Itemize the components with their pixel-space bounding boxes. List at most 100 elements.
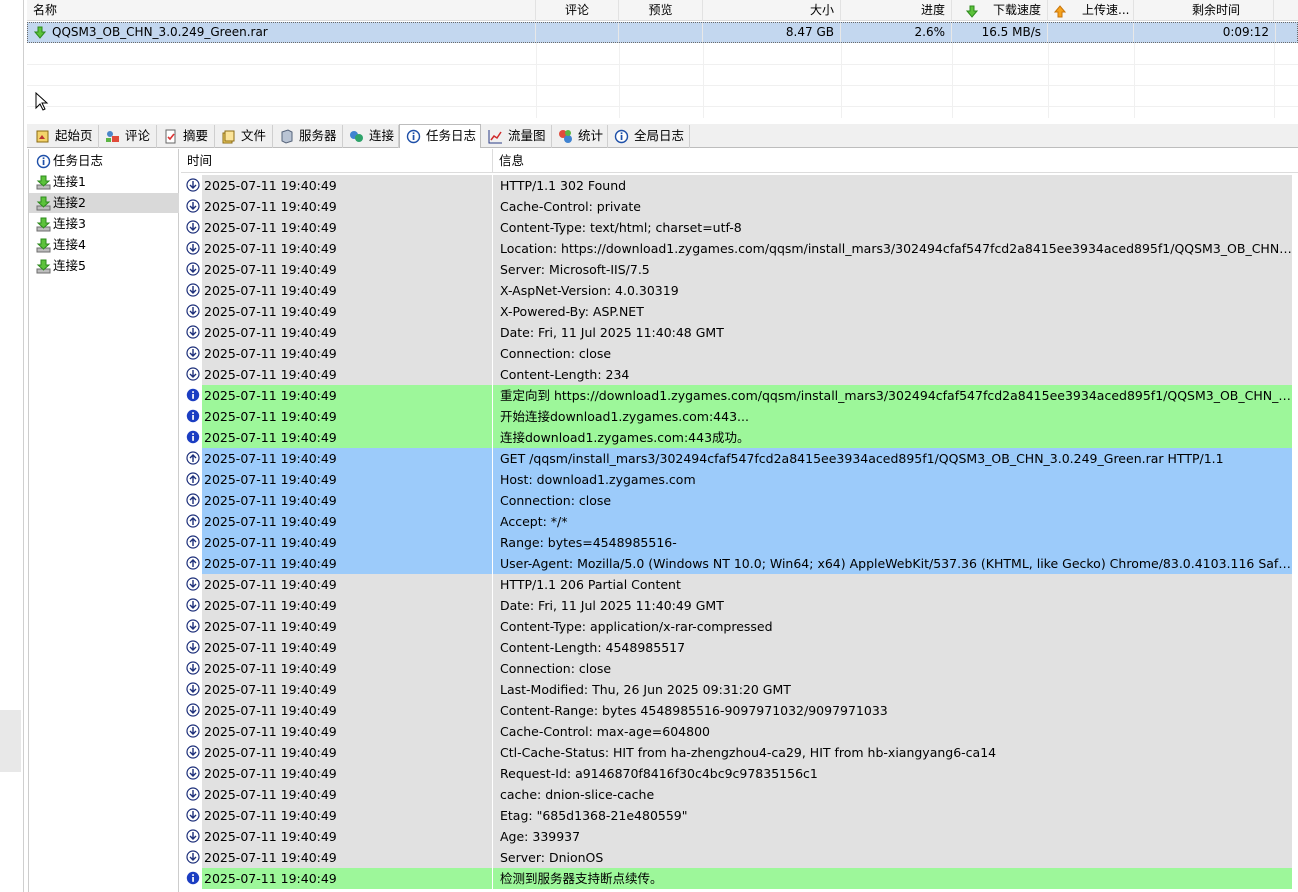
summary-icon [163,129,178,144]
log-row[interactable]: 2025-07-11 19:40:49 Content-Length: 45489… [181,637,1292,658]
tab-global-log[interactable]: 全局日志 [608,125,690,148]
tab-summary[interactable]: 摘要 [157,125,215,148]
log-time: 2025-07-11 19:40:49 [202,469,492,490]
log-message: 开始连接download1.zygames.com:443... [493,406,1292,427]
log-time: 2025-07-11 19:40:49 [202,868,492,889]
log-message: Connection: close [493,490,1292,511]
column-upload-speed[interactable]: 上传速... [1048,0,1134,21]
grid-column-line [536,43,537,118]
column-preview[interactable]: 预览 [619,0,703,21]
left-panel-edge [0,0,24,892]
log-row[interactable]: 2025-07-11 19:40:49 X-AspNet-Version: 4.0… [181,280,1292,301]
log-row[interactable]: 2025-07-11 19:40:49 Server: DnionOS [181,847,1292,868]
log-row[interactable]: 2025-07-11 19:40:49 Content-Type: applica… [181,616,1292,637]
tree-item-label: 任务日志 [53,153,104,168]
log-row[interactable]: 2025-07-11 19:40:49 User-Agent: Mozilla/5… [181,553,1292,574]
log-row[interactable]: 2025-07-11 19:40:49 HTTP/1.1 302 Found [181,175,1292,196]
log-time: 2025-07-11 19:40:49 [202,511,492,532]
log-row[interactable]: 2025-07-11 19:40:49 Host: download1.zygam… [181,469,1292,490]
log-row[interactable]: 2025-07-11 19:40:49 Location: https://dow… [181,238,1292,259]
log-row[interactable]: 2025-07-11 19:40:49 Accept: */* [181,511,1292,532]
log-column-time[interactable]: 时间 [181,149,492,173]
log-row[interactable]: 2025-07-11 19:40:49 Ctl-Cache-Status: HIT… [181,742,1292,763]
download-list-header: 名称 评论 预览 大小 进度 下载速度 上传速... 剩余时间 [27,0,1298,21]
tree-item-connection-4[interactable]: 连接4 [29,235,179,255]
log-row[interactable]: 2025-07-11 19:40:49 Range: bytes=45489855… [181,532,1292,553]
traffic-graph-icon [488,129,503,144]
left-panel-stub [0,710,21,772]
log-row[interactable]: 2025-07-11 19:40:49 检测到服务器支持断点续传。 [181,868,1292,889]
receive-arrow-icon [186,661,200,675]
grid-column-line [1134,43,1135,118]
grid-column-line [1048,43,1049,118]
log-time: 2025-07-11 19:40:49 [202,322,492,343]
log-row[interactable]: 2025-07-11 19:40:49 开始连接download1.zygames… [181,406,1292,427]
tree-item-connection-5[interactable]: 连接5 [29,256,179,276]
tab-label: 服务器 [299,128,337,143]
task-row[interactable]: QQSM3_OB_CHN_3.0.249_Green.rar 8.47 GB 2… [27,22,1298,43]
log-row[interactable]: 2025-07-11 19:40:49 cache: dnion-slice-ca… [181,784,1292,805]
tab-start-page[interactable]: 起始页 [29,125,99,148]
column-comment[interactable]: 评论 [536,0,619,21]
log-time: 2025-07-11 19:40:49 [202,532,492,553]
tab-task-log[interactable]: 任务日志 [399,124,481,148]
tab-label: 摘要 [183,128,209,143]
log-message: Connection: close [493,658,1292,679]
log-row[interactable]: 2025-07-11 19:40:49 Etag: "685d1368-21e48… [181,805,1292,826]
grid-column-line [841,43,842,118]
log-row[interactable]: 2025-07-11 19:40:49 Connection: close [181,343,1292,364]
log-row[interactable]: 2025-07-11 19:40:49 Last-Modified: Thu, 2… [181,679,1292,700]
comment-icon [105,129,120,144]
tree-item-connection-1[interactable]: 连接1 [29,172,179,192]
tab-traffic-graph[interactable]: 流量图 [482,125,552,148]
log-row[interactable]: 2025-07-11 19:40:49 Cache-Control: privat… [181,196,1292,217]
tree-item-connection-3[interactable]: 连接3 [29,214,179,234]
tab-files[interactable]: 文件 [215,125,273,148]
log-row[interactable]: 2025-07-11 19:40:49 Date: Fri, 11 Jul 202… [181,322,1292,343]
connection-download-icon [36,196,51,211]
upload-arrow-icon [1053,4,1067,18]
log-row[interactable]: 2025-07-11 19:40:49 Content-Type: text/ht… [181,217,1292,238]
tab-statistics[interactable]: 统计 [552,125,608,148]
log-row[interactable]: 2025-07-11 19:40:49 Content-Length: 234 [181,364,1292,385]
column-remaining[interactable]: 剩余时间 [1134,0,1274,21]
column-name[interactable]: 名称 [27,0,536,21]
send-arrow-icon [186,451,200,465]
log-row[interactable]: 2025-07-11 19:40:49 Request-Id: a9146870f… [181,763,1292,784]
task-log-icon [406,129,421,144]
tab-servers[interactable]: 服务器 [273,125,343,148]
info-icon [186,430,200,444]
tree-item-task-log[interactable]: 任务日志 [29,151,179,171]
column-progress[interactable]: 进度 [841,0,952,21]
log-row[interactable]: 2025-07-11 19:40:49 GET /qqsm/install_mar… [181,448,1292,469]
log-row[interactable]: 2025-07-11 19:40:49 Date: Fri, 11 Jul 202… [181,595,1292,616]
log-column-info[interactable]: 信息 [493,149,1292,173]
log-time: 2025-07-11 19:40:49 [202,616,492,637]
log-time: 2025-07-11 19:40:49 [202,301,492,322]
tree-item-connection-2[interactable]: 连接2 [29,193,179,213]
column-size[interactable]: 大小 [703,0,841,21]
log-row[interactable]: 2025-07-11 19:40:49 重定向到 https://download… [181,385,1292,406]
tree-item-label: 连接4 [53,237,86,252]
log-time: 2025-07-11 19:40:49 [202,784,492,805]
log-row[interactable]: 2025-07-11 19:40:49 连接download1.zygames.c… [181,427,1292,448]
log-time: 2025-07-11 19:40:49 [202,721,492,742]
log-message: Range: bytes=4548985516- [493,532,1292,553]
log-message: Connection: close [493,343,1292,364]
log-row[interactable]: 2025-07-11 19:40:49 Content-Range: bytes … [181,700,1292,721]
log-row[interactable]: 2025-07-11 19:40:49 Age: 339937 [181,826,1292,847]
tab-connections[interactable]: 连接 [343,125,399,148]
grid-column-line [703,43,704,118]
tab-comment[interactable]: 评论 [99,125,157,148]
log-row[interactable]: 2025-07-11 19:40:49 Connection: close [181,490,1292,511]
log-time: 2025-07-11 19:40:49 [202,637,492,658]
receive-arrow-icon [186,787,200,801]
mouse-cursor-icon [35,91,49,115]
log-row[interactable]: 2025-07-11 19:40:49 X-Powered-By: ASP.NET [181,301,1292,322]
log-row[interactable]: 2025-07-11 19:40:49 HTTP/1.1 206 Partial … [181,574,1292,595]
log-row[interactable]: 2025-07-11 19:40:49 Connection: close [181,658,1292,679]
log-row[interactable]: 2025-07-11 19:40:49 Cache-Control: max-ag… [181,721,1292,742]
log-message: Content-Type: application/x-rar-compress… [493,616,1292,637]
column-download-speed[interactable]: 下载速度 [952,0,1048,21]
log-row[interactable]: 2025-07-11 19:40:49 Server: Microsoft-IIS… [181,259,1292,280]
